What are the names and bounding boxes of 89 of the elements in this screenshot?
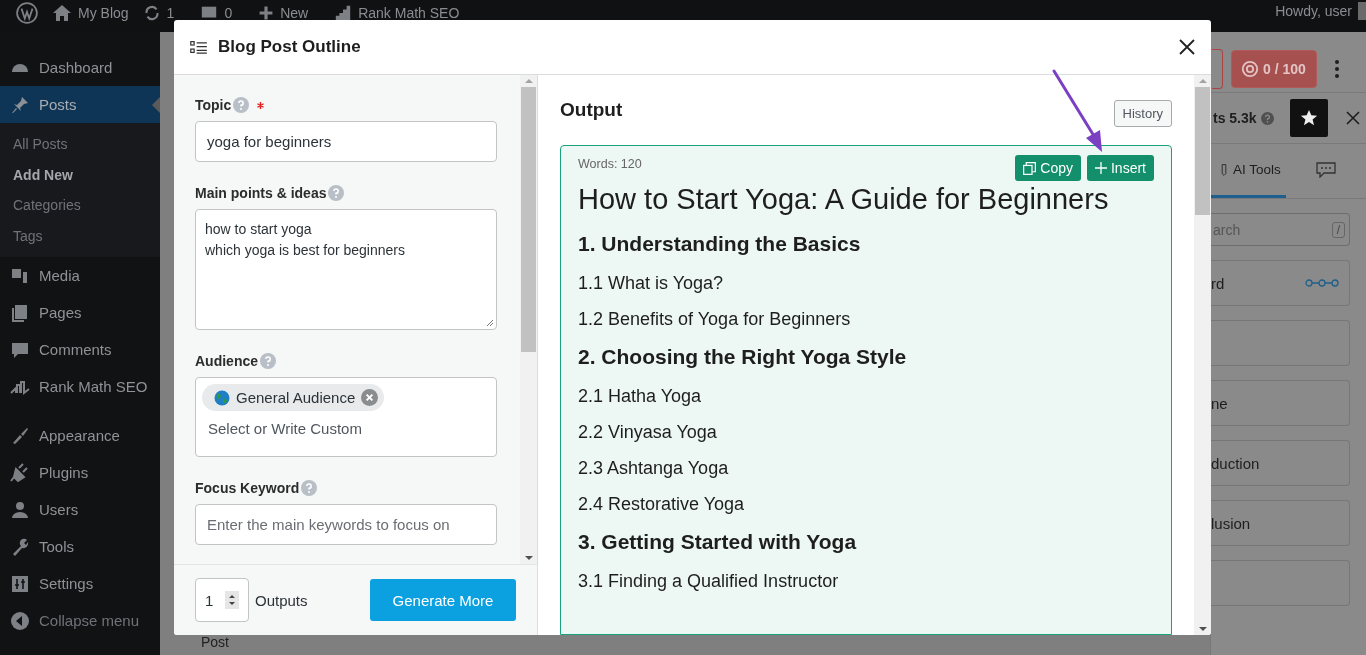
menu-item[interactable]: Settings <box>0 565 160 602</box>
posts-icon <box>10 94 30 115</box>
tool-item[interactable]: rd <box>1211 260 1350 306</box>
outputs-label: Outputs <box>255 591 308 609</box>
tag-chip: General Audience <box>202 384 385 411</box>
menu-item[interactable]: Dashboard <box>0 49 160 86</box>
menu-item[interactable]: Media <box>0 257 160 294</box>
outline-subheading: 2.2 Vinyasa Yoga <box>578 422 718 443</box>
plus-icon <box>1095 162 1107 174</box>
plus-icon <box>258 5 275 21</box>
submenu-item[interactable]: Add New <box>0 159 160 190</box>
post-type-text: Post <box>201 634 229 650</box>
remove-icon[interactable] <box>361 389 379 406</box>
outline-heading: 2. Choosing the Right Yoga Style <box>578 345 908 369</box>
settings-icon <box>10 573 30 594</box>
scrollbar[interactable] <box>520 75 537 564</box>
field-label: Main points & ideas <box>195 185 327 201</box>
favorite-button[interactable] <box>1289 99 1328 137</box>
output-heading: Output <box>560 99 623 121</box>
wordpress-logo-icon[interactable] <box>16 2 38 24</box>
partial-button[interactable] <box>1212 49 1223 89</box>
help-icon <box>233 97 250 113</box>
history-button[interactable]: History <box>1113 99 1172 127</box>
word-count: Words: 120 <box>578 157 642 171</box>
menu-item[interactable]: Pages <box>0 294 160 331</box>
outline-heading: 1. Understanding the Basics <box>578 232 862 256</box>
dialog-title: Blog Post Outline <box>218 37 362 57</box>
collapse-menu-button[interactable]: Collapse menu <box>0 602 160 639</box>
updates-count[interactable]: 1 <box>166 5 175 21</box>
field-label: Focus Keyword <box>195 480 300 496</box>
insert-button[interactable]: Insert <box>1087 155 1154 181</box>
shortcut-key: / <box>1331 221 1345 238</box>
menu-item[interactable]: Rank Math SEO <box>0 368 160 405</box>
help-icon <box>1260 111 1274 125</box>
new-link[interactable]: New <box>280 5 309 21</box>
copy-icon <box>1023 161 1037 175</box>
tag-field[interactable]: General Audience Select or Write Custom <box>195 377 497 457</box>
connector-icon <box>1305 279 1339 287</box>
text-field[interactable]: Enter the main keywords to focus on <box>195 504 497 545</box>
star-icon <box>1299 109 1318 127</box>
help-icon <box>328 185 345 201</box>
more-options-icon[interactable] <box>1333 59 1340 79</box>
outline-subheading: 2.3 Ashtanga Yoga <box>578 458 730 479</box>
submenu-item[interactable]: All Posts <box>0 129 160 160</box>
scrollbar[interactable] <box>1194 75 1211 635</box>
menu-item[interactable]: Posts <box>0 86 160 123</box>
outline-title: How to Start Yoga: A Guide for Beginners <box>578 183 1110 216</box>
comments-count[interactable]: 0 <box>224 5 233 21</box>
field-label: Audience <box>195 353 258 369</box>
help-icon <box>260 353 276 369</box>
resize-handle-icon[interactable] <box>486 319 494 327</box>
field-label: Topic <box>195 97 232 113</box>
bar-chart-icon <box>334 4 353 22</box>
text-area[interactable]: how to start yoga which yoga is best for beginners <box>195 209 497 330</box>
stepper-icon[interactable] <box>225 591 239 609</box>
score-button[interactable]: 0 / 100 <box>1231 50 1317 88</box>
collapse-icon <box>10 610 30 631</box>
outline-subheading: 3.1 Finding a Qualified Instructor <box>578 571 840 592</box>
menu-item[interactable]: Comments <box>0 331 160 368</box>
home-icon <box>52 3 72 23</box>
menu-item[interactable]: Users <box>0 491 160 528</box>
greeting-link[interactable]: Howdy, user <box>1275 3 1352 19</box>
placeholder-text: Select or Write Custom <box>207 420 363 437</box>
posts-count: ts 5.3k <box>1213 110 1257 126</box>
menu-item[interactable]: Plugins <box>0 454 160 491</box>
outline-subheading: 1.1 What is Yoga? <box>578 273 725 294</box>
outline-heading: 3. Getting Started with Yoga <box>578 530 858 554</box>
chat-icon <box>1316 161 1336 178</box>
pages-icon <box>10 302 30 323</box>
appearance-icon <box>10 425 30 446</box>
menu-item[interactable]: Appearance <box>0 417 160 454</box>
copy-button[interactable]: Copy <box>1015 155 1081 181</box>
outline-subheading: 2.1 Hatha Yoga <box>578 386 703 407</box>
rank-math-link[interactable]: Rank Math SEO <box>358 5 460 21</box>
users-icon <box>10 499 30 520</box>
outline-subheading: 1.2 Benefits of Yoga for Beginners <box>578 309 852 330</box>
submenu-item[interactable]: Categories <box>0 190 160 221</box>
number-field[interactable]: 1 <box>195 578 249 622</box>
outline-subheading: 2.4 Restorative Yoga <box>578 494 746 515</box>
site-name-link[interactable]: My Blog <box>78 5 129 21</box>
required-icon <box>257 101 265 109</box>
list-icon <box>190 40 207 54</box>
submenu-item[interactable]: Tags <box>0 220 160 251</box>
help-icon <box>301 480 318 496</box>
plugins-icon <box>10 462 30 483</box>
globe-icon <box>214 389 230 406</box>
text-field[interactable]: yoga for beginners <box>195 121 497 162</box>
menu-item[interactable]: Tools <box>0 528 160 565</box>
close-icon[interactable] <box>1179 39 1195 55</box>
